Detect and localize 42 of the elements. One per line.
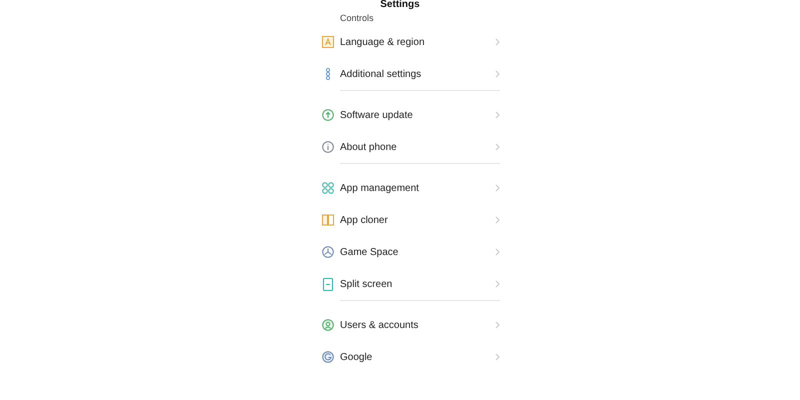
settings-row[interactable]: Additional settings — [300, 58, 500, 90]
header-title: Settings — [379, 0, 421, 11]
user-icon — [322, 319, 334, 331]
chevron-right-icon — [495, 321, 500, 329]
settings-row[interactable]: App management — [300, 172, 500, 204]
clone-icon — [322, 214, 334, 226]
language-icon — [322, 36, 334, 48]
settings-row[interactable]: Software update — [300, 99, 500, 131]
row-label: App management — [340, 182, 420, 196]
row-label: Additional settings — [340, 68, 422, 82]
split-screen-icon — [323, 278, 333, 290]
info-icon — [322, 141, 334, 153]
chevron-right-icon — [495, 184, 500, 192]
chevron-right-icon — [495, 216, 500, 224]
row-label: Split screen — [340, 278, 394, 292]
settings-row[interactable]: About phone — [300, 131, 500, 163]
chevron-right-icon — [495, 353, 500, 361]
app-grid-icon — [322, 182, 334, 194]
settings-row[interactable]: Google — [300, 341, 500, 373]
settings-row[interactable]: Split screen — [300, 268, 500, 300]
steering-wheel-icon — [322, 246, 334, 258]
g-logo-icon — [322, 351, 334, 363]
chevron-right-icon — [495, 143, 500, 151]
chevron-right-icon — [495, 111, 500, 119]
list-item[interactable]: Controls — [300, 11, 500, 25]
chevron-right-icon — [495, 38, 500, 46]
arrow-up-circle-icon — [322, 109, 334, 121]
settings-row[interactable]: App cloner — [300, 204, 500, 236]
row-label: Google — [340, 350, 374, 364]
settings-row[interactable]: Language & region — [300, 26, 500, 58]
settings-row[interactable]: Game Space — [300, 236, 500, 268]
row-label: Language & region — [340, 36, 426, 50]
settings-row[interactable]: Users & accounts — [300, 309, 500, 341]
chevron-right-icon — [495, 280, 500, 288]
chevron-right-icon — [495, 70, 500, 78]
row-label: Software update — [340, 108, 414, 122]
row-label: About phone — [340, 140, 398, 154]
row-label: App cloner — [340, 214, 389, 228]
dots-icon — [325, 68, 331, 80]
row-label: Users & accounts — [340, 318, 420, 332]
chevron-right-icon — [495, 248, 500, 256]
row-label: Game Space — [340, 246, 400, 260]
